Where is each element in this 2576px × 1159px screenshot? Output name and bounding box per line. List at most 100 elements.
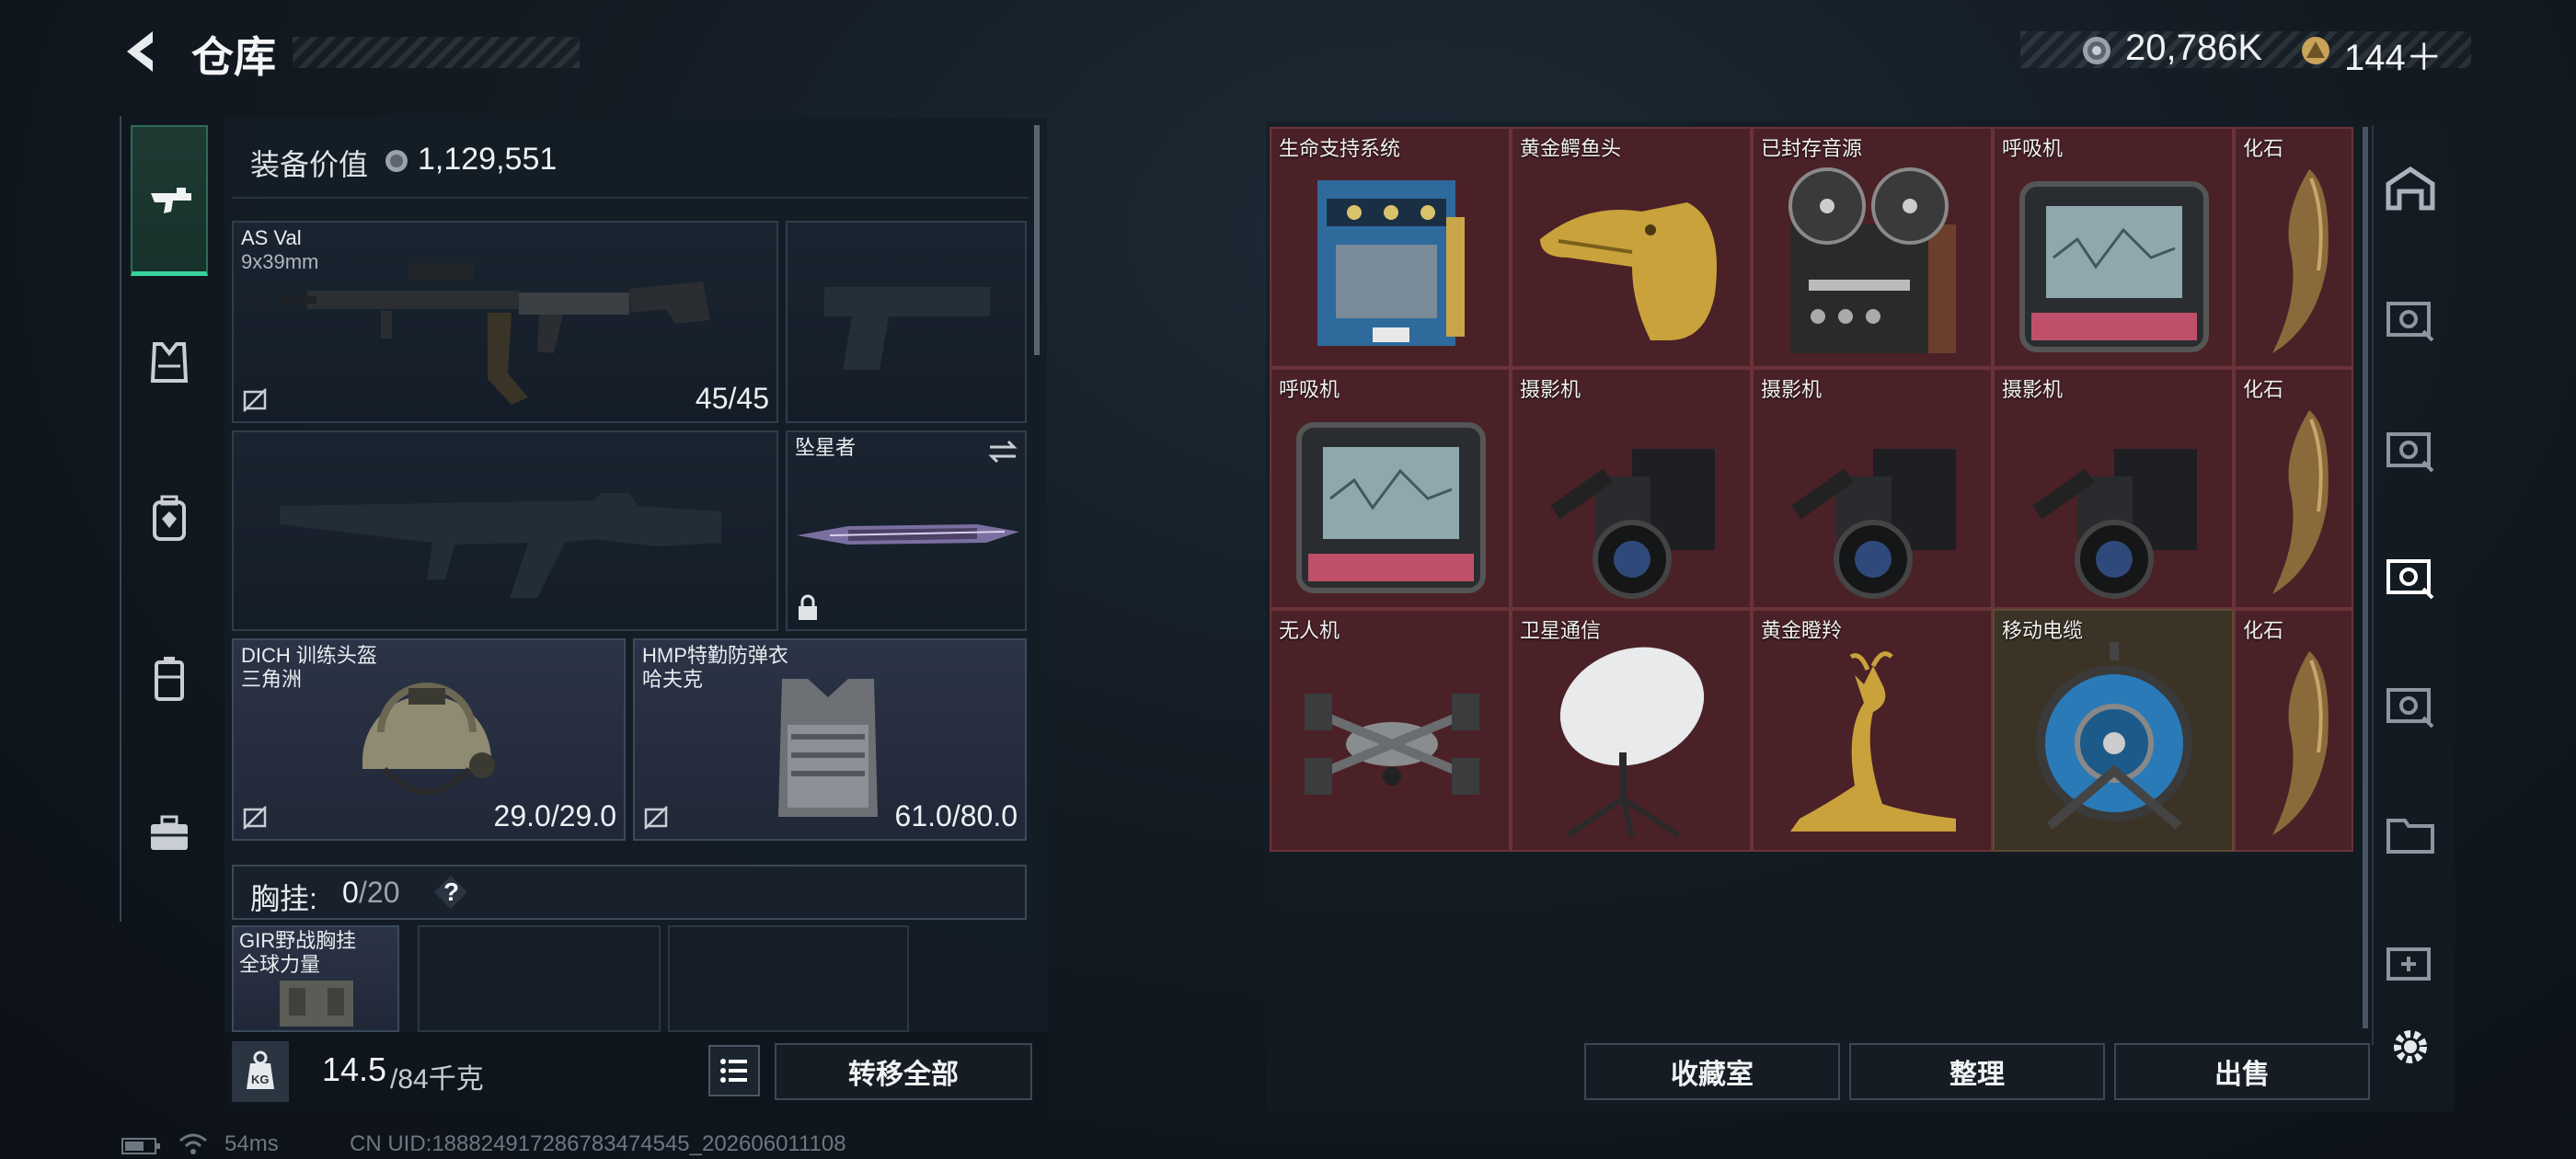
item-name: 呼吸机 xyxy=(1279,378,1340,401)
nav-tab-weapons[interactable] xyxy=(131,125,208,276)
organize-button[interactable]: 整理 xyxy=(1849,1043,2105,1100)
settings-gear-icon[interactable] xyxy=(2383,1019,2438,1074)
grid-item[interactable]: 化石 xyxy=(2234,127,2353,368)
chest-rig-pocket-1[interactable] xyxy=(418,925,661,1032)
pistol-silhouette-icon xyxy=(824,287,990,370)
grid-item[interactable]: 摄影机 xyxy=(1511,368,1752,609)
melee-name: 坠星者 xyxy=(795,436,857,459)
grid-item[interactable]: 化石 xyxy=(2234,609,2353,852)
grid-item[interactable]: 已封存音源 xyxy=(1752,127,1993,368)
grid-item[interactable]: 呼吸机 xyxy=(1270,368,1511,609)
equipment-value: 1,129,551 xyxy=(418,142,558,177)
chest-rig-count: 0 xyxy=(342,876,359,909)
grid-scrollbar[interactable] xyxy=(2363,127,2368,1028)
golden-crocodile-head-icon xyxy=(1540,202,1717,340)
grid-item[interactable]: 移动电缆 xyxy=(1993,609,2234,852)
slot-helmet[interactable]: DICH 训练头盔 三角洲 29.0/29.0 xyxy=(232,638,626,841)
golden-gazelle-icon xyxy=(1790,651,1956,832)
nav-tab-case[interactable] xyxy=(131,640,208,717)
chest-rig-label: 胸挂: xyxy=(250,882,317,915)
ventilator-icon xyxy=(1296,422,1486,593)
item-name: 已封存音源 xyxy=(1761,137,1863,160)
wifi-icon xyxy=(178,1131,208,1155)
no-insurance-icon xyxy=(241,804,269,832)
backpack-icon xyxy=(153,495,186,541)
slot-armor[interactable]: HMP特勤防弹衣 哈夫克 61.0/80.0 xyxy=(633,638,1027,841)
back-button[interactable] xyxy=(118,26,166,77)
item-name: 摄影机 xyxy=(1520,378,1581,401)
helmet-icon xyxy=(362,683,495,795)
ping-text: 54ms xyxy=(224,1131,279,1156)
slot-primary-weapon[interactable]: AS Val 9x39mm 45/45 xyxy=(232,221,778,423)
panel-scrollbar[interactable] xyxy=(1034,125,1040,355)
as-val-rifle-icon xyxy=(280,263,710,405)
slot-secondary-rifle[interactable] xyxy=(232,430,778,631)
weight-icon xyxy=(247,1050,274,1089)
grid-item[interactable]: 生命支持系统 xyxy=(1270,127,1511,368)
reel-to-reel-recorder-icon xyxy=(1788,167,1956,353)
helmet-durability: 29.0/29.0 xyxy=(493,799,616,832)
grid-item[interactable]: 摄影机 xyxy=(1752,368,1993,609)
weight-icon-box: KG xyxy=(232,1041,289,1102)
grid-item[interactable]: 黄金瞪羚 xyxy=(1752,609,1993,852)
item-name: 呼吸机 xyxy=(2002,137,2064,160)
storage-tab-iv-active-icon[interactable] xyxy=(2383,548,2438,603)
satellite-dish-icon xyxy=(1559,647,1705,838)
coin-balance[interactable]: 20,786K xyxy=(2125,28,2262,69)
helmet-brand: 三角洲 xyxy=(241,668,303,691)
life-support-system-icon xyxy=(1317,180,1465,346)
item-name: 摄影机 xyxy=(1761,378,1823,401)
nav-tab-backpack[interactable] xyxy=(131,480,208,557)
chest-rig-pocket-2[interactable] xyxy=(668,925,909,1032)
fossil-claw-icon xyxy=(2272,169,2329,353)
cable-reel-icon xyxy=(2036,642,2192,830)
divider xyxy=(232,197,1029,199)
weight-value: 14.5 xyxy=(322,1050,387,1088)
transfer-all-button[interactable]: 转移全部 xyxy=(775,1043,1032,1100)
briefcase-icon xyxy=(151,815,188,850)
drone-icon xyxy=(1305,694,1479,795)
swap-icon[interactable] xyxy=(986,438,1019,465)
help-icon: ? xyxy=(443,878,460,906)
grid-item[interactable]: 摄影机 xyxy=(1993,368,2234,609)
token-balance[interactable]: 144＋ xyxy=(2344,28,2443,81)
armor-brand: 哈夫克 xyxy=(642,668,704,691)
chest-rig-slot[interactable]: GIR野战胸挂 全球力量 xyxy=(232,925,399,1032)
item-name: 化石 xyxy=(2243,378,2284,401)
case-icon xyxy=(155,657,184,701)
grid-item[interactable]: 化石 xyxy=(2234,368,2353,609)
nav-tab-toolbox[interactable] xyxy=(131,797,208,874)
storage-tab-add-icon[interactable] xyxy=(2383,935,2438,990)
storage-tab-iv-icon[interactable] xyxy=(2383,421,2438,476)
item-name: 黄金鳄鱼头 xyxy=(1520,137,1622,160)
storage-tab-v-icon[interactable] xyxy=(2383,291,2438,346)
chest-rig-capacity: /20 xyxy=(359,876,400,909)
sell-button[interactable]: 出售 xyxy=(2114,1043,2370,1100)
grid-item[interactable]: 呼吸机 xyxy=(1993,127,2234,368)
star-blade-knife-icon xyxy=(797,524,1019,545)
item-name: 生命支持系统 xyxy=(1279,137,1401,160)
token-icon xyxy=(2300,35,2331,66)
storage-tab-iv-2-icon[interactable] xyxy=(2383,677,2438,732)
storage-tab-folder-icon[interactable] xyxy=(2383,806,2438,861)
weapon-ammo-count: 45/45 xyxy=(695,382,769,415)
back-arrow-icon xyxy=(127,31,153,72)
help-button[interactable]: ? xyxy=(432,874,469,911)
body-armor-icon xyxy=(778,679,878,817)
collection-button[interactable]: 收藏室 xyxy=(1584,1043,1840,1100)
list-view-button[interactable] xyxy=(708,1045,760,1096)
slot-secondary-weapon[interactable] xyxy=(786,221,1027,423)
grid-item[interactable]: 无人机 xyxy=(1270,609,1511,852)
pistol-icon xyxy=(151,188,191,213)
grid-item[interactable]: 卫星通信 xyxy=(1511,609,1752,852)
warehouse-home-icon[interactable] xyxy=(2383,162,2438,217)
list-icon xyxy=(720,1059,747,1083)
slot-melee[interactable]: 坠星者 xyxy=(786,430,1027,631)
rifle-silhouette-icon xyxy=(280,493,721,598)
grid-item[interactable]: 黄金鳄鱼头 xyxy=(1511,127,1752,368)
item-name: 无人机 xyxy=(1279,619,1340,642)
coin-icon xyxy=(2081,35,2112,66)
chest-rig-icon xyxy=(280,981,353,1027)
nav-tab-armor[interactable] xyxy=(131,324,208,401)
chest-rig-item-brand: 全球力量 xyxy=(239,953,321,976)
